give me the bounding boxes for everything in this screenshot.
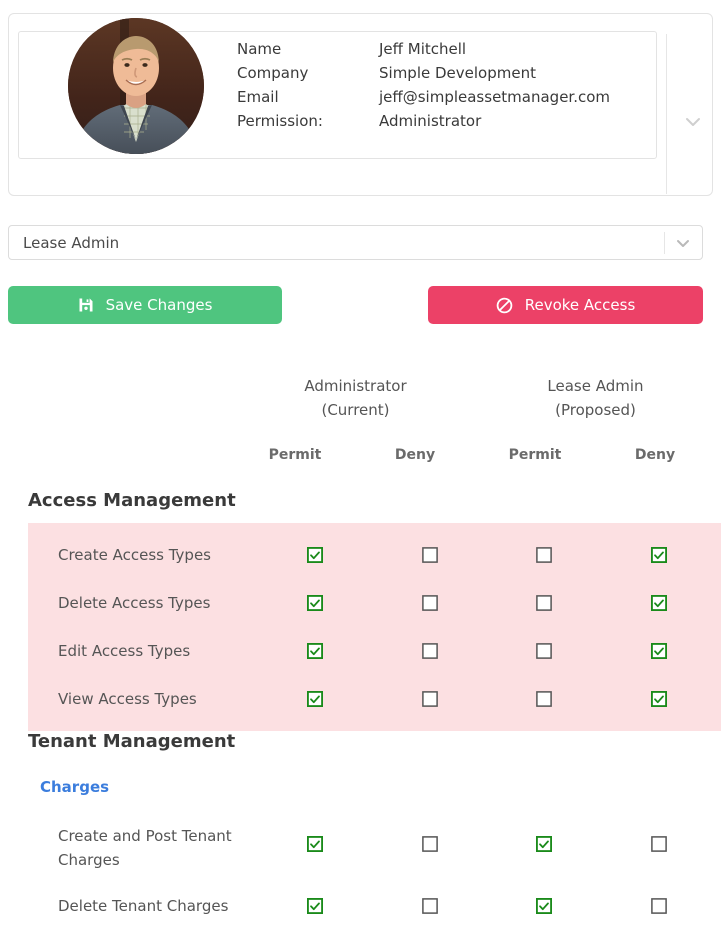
checkbox-checked[interactable] [651, 595, 667, 611]
section-heading: Tenant Management [0, 731, 721, 764]
permission-rows-highlighted: Create Access Types Delete Access Types Ed… [28, 523, 721, 731]
column-group-proposed: Lease Admin (Proposed) [498, 374, 693, 422]
permission-label: Create and Post Tenant Charges [58, 827, 232, 869]
checkbox-unchecked[interactable] [422, 547, 438, 563]
column-group-current-subtitle: (Current) [321, 401, 390, 419]
section-title: Tenant Management [28, 731, 236, 752]
checkbox-unchecked[interactable] [422, 595, 438, 611]
permission-section: Tenant Management Charges Create and Post … [0, 731, 721, 930]
checkbox-checked[interactable] [536, 898, 552, 914]
column-header-current-deny: Deny [394, 447, 436, 463]
column-group-current: Administrator (Current) [258, 374, 453, 422]
column-group-proposed-title: Lease Admin [547, 377, 644, 395]
revoke-access-label: Revoke Access [524, 296, 636, 314]
section-title: Access Management [28, 490, 236, 511]
permission-label: Edit Access Types [58, 642, 191, 660]
checkbox-unchecked[interactable] [536, 595, 552, 611]
chevron-down-icon [674, 234, 692, 252]
checkbox-checked[interactable] [307, 836, 323, 852]
column-group-current-title: Administrator [304, 377, 407, 395]
checkbox-checked[interactable] [307, 547, 323, 563]
checkbox-checked[interactable] [536, 836, 552, 852]
save-changes-label: Save Changes [105, 296, 213, 314]
column-header-proposed-permit: Permit [508, 447, 562, 463]
checkbox-checked[interactable] [307, 643, 323, 659]
subgroup-link[interactable]: Charges [40, 778, 721, 796]
detail-row-email: Email jeff@simpleassetmanager.com [237, 85, 610, 109]
permission-row: Edit Access Types [28, 627, 721, 675]
user-details-list: Name Jeff Mitchell Company Simple Develo… [237, 37, 610, 133]
detail-value-company: Simple Development [379, 64, 536, 82]
column-group-headers: Administrator (Current) Lease Admin (Pro… [0, 374, 721, 424]
permission-row: View Access Types [28, 675, 721, 723]
permission-label: Delete Tenant Charges [58, 897, 229, 915]
role-select-separator [664, 232, 665, 254]
checkbox-unchecked[interactable] [536, 643, 552, 659]
column-header-current-permit: Permit [268, 447, 322, 463]
section-heading: Access Management [0, 490, 721, 523]
save-changes-button[interactable]: Save Changes [8, 286, 282, 324]
detail-label-email: Email [237, 88, 279, 106]
detail-label-company: Company [237, 64, 309, 82]
checkbox-unchecked[interactable] [422, 836, 438, 852]
permission-rows: Create and Post Tenant Charges Delete Ten… [0, 810, 721, 930]
permission-sections: Access Management Create Access Types Dele… [0, 490, 721, 930]
permission-row: Delete Access Types [28, 579, 721, 627]
detail-value-permission: Administrator [379, 112, 482, 130]
role-select[interactable]: Lease Admin [8, 225, 703, 260]
role-select-value: Lease Admin [23, 234, 120, 252]
checkbox-checked[interactable] [651, 691, 667, 707]
checkbox-unchecked[interactable] [536, 547, 552, 563]
detail-value-email: jeff@simpleassetmanager.com [379, 88, 611, 106]
chevron-down-icon[interactable] [682, 111, 704, 133]
permission-section: Access Management Create Access Types Dele… [0, 490, 721, 731]
checkbox-checked[interactable] [307, 898, 323, 914]
permission-row: Delete Tenant Charges [0, 882, 721, 930]
detail-label-permission: Permission: [237, 112, 323, 130]
permission-row: Create and Post Tenant Charges [0, 810, 721, 882]
profile-card-divider [666, 34, 667, 194]
checkbox-unchecked[interactable] [536, 691, 552, 707]
checkbox-checked[interactable] [307, 691, 323, 707]
permission-label: Delete Access Types [58, 594, 211, 612]
column-header-proposed-deny: Deny [634, 447, 676, 463]
user-profile-inner-panel: Name Jeff Mitchell Company Simple Develo… [18, 18, 657, 159]
permission-label: View Access Types [58, 690, 197, 708]
permission-label: Create Access Types [58, 546, 211, 564]
checkbox-unchecked[interactable] [422, 898, 438, 914]
checkbox-unchecked[interactable] [422, 691, 438, 707]
detail-row-company: Company Simple Development [237, 61, 610, 85]
subgroup-heading: Charges [0, 764, 721, 810]
user-avatar-photo [68, 18, 204, 154]
detail-value-name: Jeff Mitchell [379, 40, 467, 58]
checkbox-unchecked[interactable] [651, 836, 667, 852]
user-profile-card: Name Jeff Mitchell Company Simple Develo… [8, 13, 713, 196]
detail-row-name: Name Jeff Mitchell [237, 37, 610, 61]
checkbox-checked[interactable] [651, 643, 667, 659]
permission-row: Create Access Types [28, 531, 721, 579]
checkbox-checked[interactable] [307, 595, 323, 611]
checkbox-unchecked[interactable] [422, 643, 438, 659]
detail-row-permission: Permission: Administrator [237, 109, 610, 133]
column-headers: Permit Deny Permit Deny [0, 447, 721, 469]
detail-label-name: Name [237, 40, 282, 58]
ban-icon [496, 297, 513, 314]
save-icon [78, 297, 94, 313]
column-group-proposed-subtitle: (Proposed) [555, 401, 636, 419]
checkbox-checked[interactable] [651, 547, 667, 563]
revoke-access-button[interactable]: Revoke Access [428, 286, 703, 324]
checkbox-unchecked[interactable] [651, 898, 667, 914]
permissions-page: Name Jeff Mitchell Company Simple Develo… [0, 0, 721, 952]
